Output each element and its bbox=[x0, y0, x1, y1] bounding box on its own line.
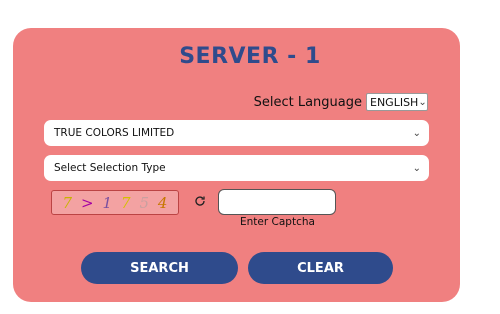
chevron-down-icon: ⌄ bbox=[412, 162, 421, 174]
language-label: Select Language bbox=[253, 94, 362, 110]
captcha-input-label: Enter Captcha bbox=[240, 216, 315, 228]
company-selected-value: TRUE COLORS LIMITED bbox=[54, 127, 175, 139]
language-row: Select Language ENGLISH ⌄ bbox=[254, 93, 428, 111]
clear-button[interactable]: CLEAR bbox=[248, 252, 393, 284]
refresh-icon[interactable] bbox=[193, 194, 207, 208]
captcha-char: 1 bbox=[102, 193, 113, 212]
captcha-char: 5 bbox=[139, 193, 149, 212]
chevron-down-icon: ⌄ bbox=[418, 96, 427, 108]
selection-type-selected-value: Select Selection Type bbox=[54, 162, 166, 174]
page-title: SERVER - 1 bbox=[179, 44, 321, 69]
language-selected-value: ENGLISH bbox=[370, 95, 419, 109]
selection-type-select[interactable]: Select Selection Type ⌄ bbox=[44, 155, 429, 181]
company-select[interactable]: TRUE COLORS LIMITED ⌄ bbox=[44, 120, 429, 146]
captcha-image: 7 >1 7 5 4 bbox=[51, 190, 179, 215]
captcha-char: 4 bbox=[157, 193, 168, 212]
captcha-char: 7 bbox=[120, 193, 131, 212]
language-select[interactable]: ENGLISH ⌄ bbox=[366, 93, 428, 111]
search-button[interactable]: SEARCH bbox=[81, 252, 238, 284]
refresh-icon-svg bbox=[195, 196, 205, 206]
captcha-input[interactable] bbox=[218, 189, 336, 215]
chevron-down-icon: ⌄ bbox=[412, 127, 421, 139]
captcha-char: 7 bbox=[62, 193, 73, 212]
captcha-char: > bbox=[80, 193, 94, 212]
